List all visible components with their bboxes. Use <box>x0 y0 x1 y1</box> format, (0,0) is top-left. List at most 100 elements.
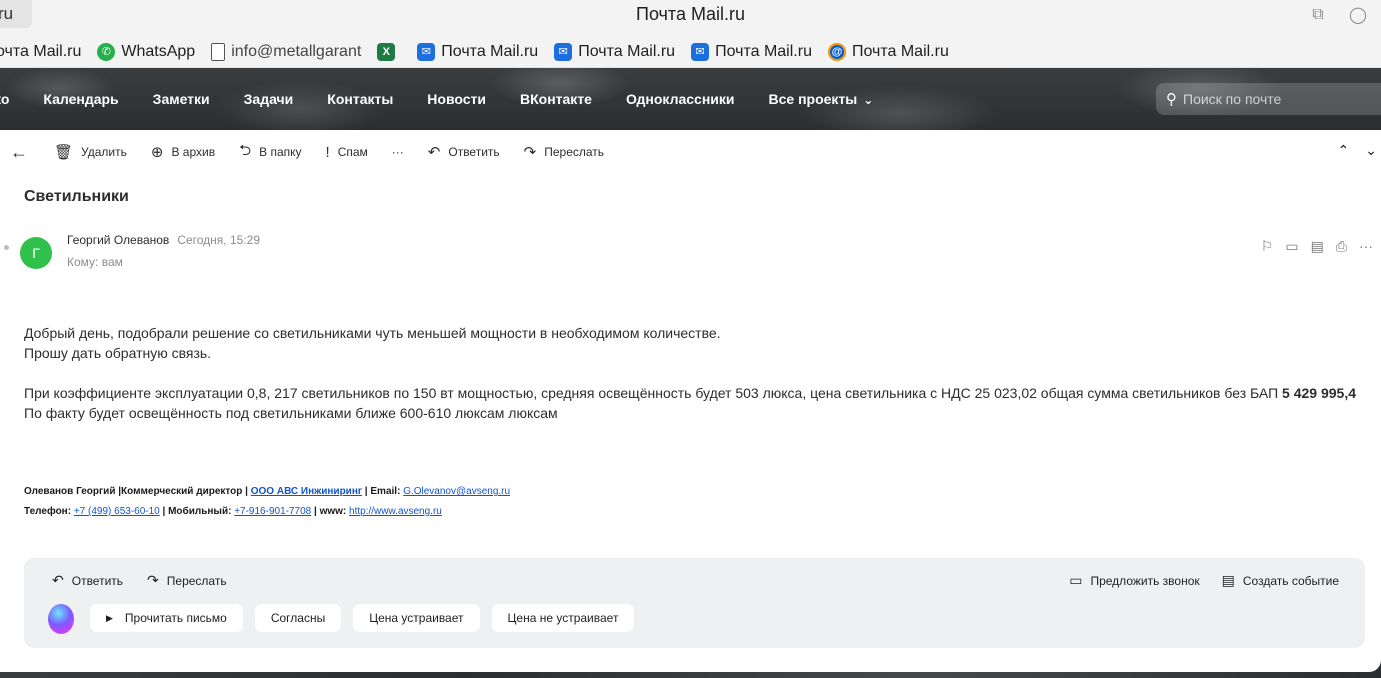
portal-header: ко Календарь Заметки Задачи Контакты Нов… <box>0 68 1381 130</box>
reply-icon: ↶ <box>427 144 441 161</box>
delete-label: Удалить <box>81 145 127 159</box>
body-paragraph: При коэффициенте эксплуатации 0,8, 217 с… <box>24 383 1364 403</box>
propose-call-label: Предложить звонок <box>1090 573 1200 588</box>
bookmark-label: info@metallgarant <box>231 42 362 60</box>
www-label: | www: <box>311 506 350 517</box>
trash-icon: 🗑 <box>54 144 74 161</box>
reply-button[interactable]: ↶ Ответить <box>428 143 500 161</box>
mobile-link[interactable]: +7-916-901-7708 <box>234 506 311 517</box>
bookmark-whatsapp[interactable]: ✆ WhatsApp <box>97 42 195 61</box>
video-call-icon: ▭ <box>1069 572 1083 588</box>
chevron-up-icon[interactable]: ⌃ <box>1338 142 1350 159</box>
spam-icon: ! <box>325 143 330 161</box>
titlebar-icons: ⧉ ◯ <box>1307 4 1369 26</box>
signature: Олеванов Георгий |Коммерческий директор … <box>24 482 510 522</box>
reply-chip-agree[interactable]: Согласны <box>254 604 342 632</box>
body-paragraph: По факту будет освещённость под светильн… <box>24 405 558 421</box>
window-title: Почта Mail.ru <box>636 4 745 24</box>
play-icon: ▶ <box>106 612 113 623</box>
mobile-label: | Мобильный: <box>159 506 235 517</box>
nav-item-label: Все проекты <box>768 91 858 107</box>
bookmark-mail-3[interactable]: ✉ Почта Mail.ru <box>554 42 676 61</box>
recipient-line[interactable]: Кому: вам <box>67 255 123 269</box>
nav-item-partial[interactable]: ко <box>0 91 9 107</box>
folder-label: В папку <box>259 145 302 159</box>
calendar-icon[interactable]: ▤ <box>1311 238 1324 255</box>
nav-item-ok[interactable]: Одноклассники <box>626 91 735 107</box>
nav-item-notes[interactable]: Заметки <box>153 91 210 107</box>
whatsapp-icon: ✆ <box>97 42 116 61</box>
bookmarks-bar: очта Mail.ru ✆ WhatsApp . info@metallgar… <box>0 36 1381 68</box>
more-button[interactable]: ··· <box>392 145 404 159</box>
back-button[interactable]: ← <box>10 142 28 163</box>
company-link[interactable]: ООО АВС Инжиниринг <box>251 486 362 497</box>
sender-line: Георгий Олеванов Сегодня, 15:29 <box>67 233 260 247</box>
forward-icon: ↷ <box>523 144 537 161</box>
at-icon: @ <box>827 42 846 61</box>
quick-reply-panel: ↶ Ответить ↷ Переслать ▭ Предложить звонок … <box>24 558 1365 648</box>
nav-item-all-projects[interactable]: Все проекты ⌄ <box>769 91 874 107</box>
chevron-down-icon[interactable]: ⌄ <box>1365 142 1377 159</box>
bookmark-label: Почта Mail.ru <box>851 42 949 60</box>
create-event-label: Создать событие <box>1242 573 1339 588</box>
bookmark-label: Почта Mail.ru <box>578 42 676 60</box>
archive-button[interactable]: ⊕ В архив <box>151 143 215 161</box>
nav-item-contacts[interactable]: Контакты <box>327 91 393 107</box>
bookmark-label: Почта Mail.ru <box>441 42 539 60</box>
body-text: При коэффициенте эксплуатации 0,8, 217 с… <box>24 385 1283 401</box>
print-icon[interactable]: ⎙ <box>1336 238 1347 255</box>
reply-chip-price-not-ok[interactable]: Цена не устраивает <box>491 604 635 632</box>
move-to-folder-button[interactable]: ⮌ В папку <box>239 140 301 165</box>
video-call-icon[interactable]: ▭ <box>1285 238 1298 255</box>
bookmark-label: очта Mail.ru <box>0 42 82 60</box>
quick-reply-extra: ▭ Предложить звонок ▤ Создать событие <box>1069 572 1339 589</box>
bookmark-mail-2[interactable]: ✉ Почта Mail.ru <box>417 42 539 61</box>
propose-call-button[interactable]: ▭ Предложить звонок <box>1069 572 1199 589</box>
body-paragraph: Добрый день, подобрали решение со светил… <box>24 325 721 341</box>
nav-item-tasks[interactable]: Задачи <box>244 91 294 107</box>
unread-dot[interactable] <box>4 245 9 250</box>
bookmark-mail-4[interactable]: ✉ Почта Mail.ru <box>691 42 812 61</box>
delete-button[interactable]: 🗑 Удалить <box>54 143 127 161</box>
chip-label: Прочитать письмо <box>124 611 227 625</box>
sender-avatar[interactable]: Г <box>20 237 52 269</box>
mail-icon: ✉ <box>417 42 436 61</box>
bookmark-icon[interactable]: ⚐ <box>1261 238 1274 255</box>
search-box[interactable]: ⚲ <box>1156 83 1381 115</box>
nav-item-news[interactable]: Новости <box>427 91 486 107</box>
feedback-icon[interactable]: ◯ <box>1347 4 1369 26</box>
nav-item-vk[interactable]: ВКонтакте <box>520 91 592 107</box>
document-icon: . <box>211 42 226 61</box>
qr-reply-button[interactable]: ↶ Ответить <box>52 572 123 589</box>
create-event-button[interactable]: ▤ Создать событие <box>1222 572 1339 589</box>
qr-reply-label: Ответить <box>71 573 124 588</box>
read-aloud-chip[interactable]: ▶ Прочитать письмо <box>90 604 243 632</box>
spam-button[interactable]: ! Спам <box>326 144 368 161</box>
reply-chip-price-ok[interactable]: Цена устраивает <box>353 604 480 632</box>
qr-forward-button[interactable]: ↷ Переслать <box>147 572 227 589</box>
bookmark-mail-5[interactable]: @ Почта Mail.ru <box>827 42 949 61</box>
signature-name: Олеванов Георгий |Коммерческий директор … <box>24 486 251 497</box>
archive-label: В архив <box>171 145 216 159</box>
more-icon[interactable]: ··· <box>1359 238 1373 255</box>
bookmark-excel[interactable]: X <box>377 42 401 61</box>
ai-assistant-icon[interactable] <box>48 604 74 634</box>
phone-link[interactable]: +7 (499) 653-60-10 <box>74 506 160 517</box>
sender-name[interactable]: Георгий Олеванов <box>67 233 169 247</box>
message-subject: Светильники <box>24 188 129 205</box>
nav-item-calendar[interactable]: Календарь <box>43 91 118 107</box>
email-link[interactable]: G.Olevanov@avseng.ru <box>403 486 510 497</box>
bookmark-label: Почта Mail.ru <box>715 42 812 60</box>
message-toolbar: ← 🗑 Удалить ⊕ В архив ⮌ В папку ! Спам ··· ↶… <box>0 140 1381 164</box>
bookmark-mail-1[interactable]: очта Mail.ru <box>0 43 81 61</box>
background-strip <box>0 672 1381 678</box>
phone-label: Телефон: <box>24 506 74 517</box>
share-icon[interactable]: ⧉ <box>1307 4 1329 26</box>
forward-icon: ↷ <box>147 572 159 588</box>
search-input[interactable] <box>1183 91 1363 107</box>
archive-icon: ⊕ <box>150 144 164 161</box>
website-link[interactable]: http://www.avseng.ru <box>349 506 442 517</box>
bookmark-info[interactable]: . info@metallgarant <box>211 42 362 61</box>
forward-button[interactable]: ↷ Переслать <box>524 143 604 161</box>
search-icon: ⚲ <box>1166 91 1177 108</box>
